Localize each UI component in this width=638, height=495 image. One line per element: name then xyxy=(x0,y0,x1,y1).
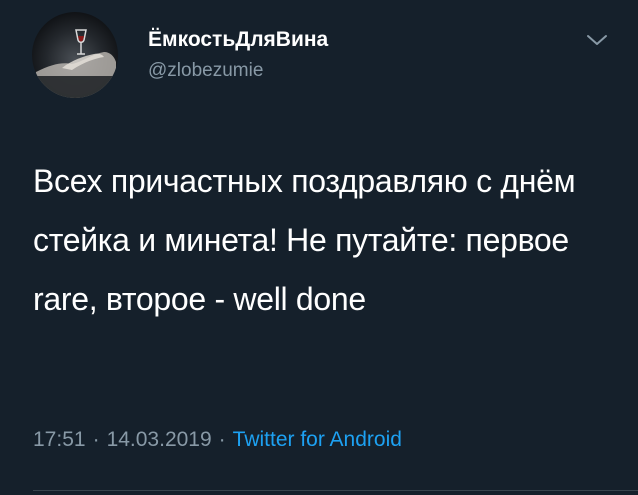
tweet-text: Всех причастных поздравляю с днём стейка… xyxy=(33,163,576,317)
divider xyxy=(33,490,638,491)
tweet-time[interactable]: 17:51 xyxy=(33,428,86,451)
tweet-card: ЁмкостьДляВина @zlobezumie Всех причастн… xyxy=(0,0,638,495)
tweet-date[interactable]: 14.03.2019 xyxy=(107,428,212,451)
avatar[interactable] xyxy=(32,12,118,98)
display-name[interactable]: ЁмкостьДляВина xyxy=(148,27,328,53)
meta-separator: · xyxy=(218,428,226,451)
user-handle[interactable]: @zlobezumie xyxy=(148,59,263,83)
avatar-photo-icon xyxy=(32,29,118,98)
meta-separator: · xyxy=(92,428,100,451)
tweet-menu-button[interactable] xyxy=(584,30,610,50)
chevron-down-icon xyxy=(587,35,607,45)
tweet-metadata: 17:51 · 14.03.2019 · Twitter for Android xyxy=(33,426,402,454)
tweet-source-link[interactable]: Twitter for Android xyxy=(233,428,402,451)
